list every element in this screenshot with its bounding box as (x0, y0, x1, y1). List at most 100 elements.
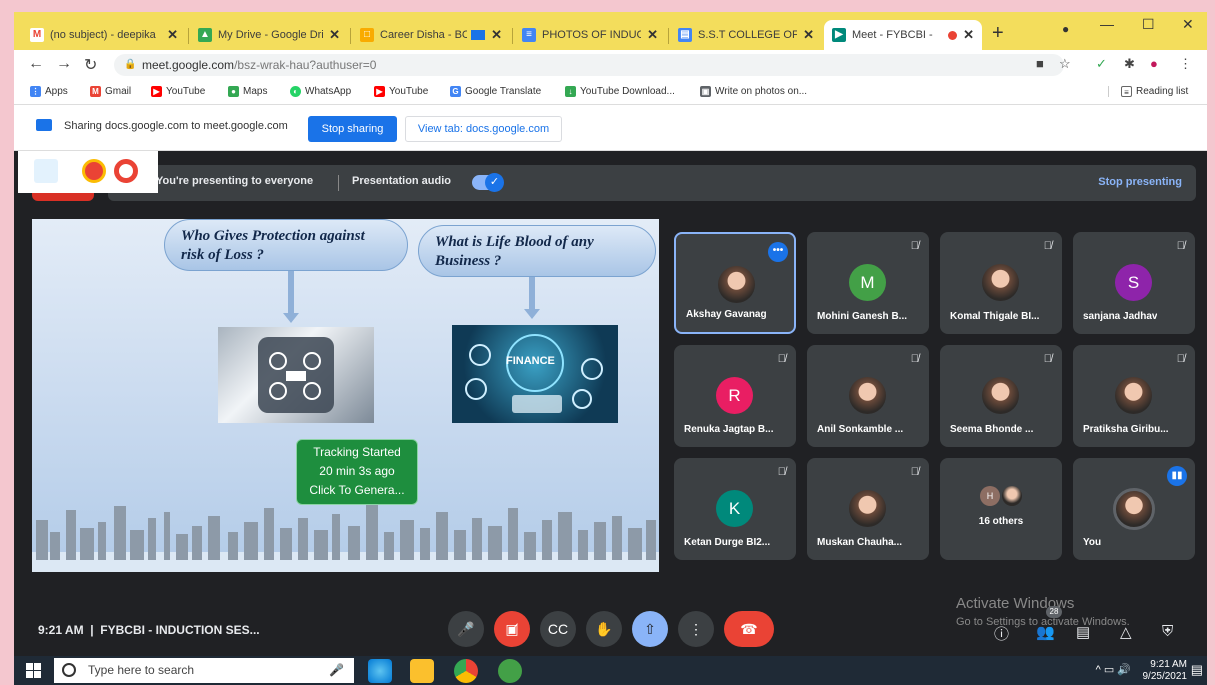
avatar (982, 377, 1019, 414)
chat-icon[interactable]: ▤ (1076, 623, 1090, 641)
meeting-details-icon[interactable]: ⓘ (994, 623, 1009, 644)
participant-tile[interactable]: 🎙̸ Pratiksha Giribu... (1073, 345, 1195, 447)
app-icon[interactable] (498, 659, 522, 683)
record-icon[interactable] (114, 159, 138, 183)
notifications-icon[interactable]: ▤ (1191, 662, 1203, 678)
browser-window: M (no subject) - deepika ✕ ▲ My Drive - … (14, 12, 1207, 685)
close-icon[interactable]: ✕ (803, 27, 814, 43)
people-icon[interactable]: 👥 (1036, 623, 1055, 641)
participant-tile[interactable]: 🎙̸ K Ketan Durge BI2... (674, 458, 796, 560)
microphone-icon[interactable]: 🎤 (329, 658, 344, 683)
mic-muted-icon: 🎙̸ (910, 240, 919, 252)
tab-career-disha[interactable]: □ Career Disha - BC ✕ (352, 20, 510, 50)
participant-tile[interactable]: 🎙̸ Muskan Chauha... (807, 458, 929, 560)
avatar: H (980, 486, 1000, 506)
mic-muted-icon: 🎙̸ (1176, 353, 1185, 365)
drive-icon: ▲ (198, 28, 212, 42)
profile-avatar[interactable]: ● (1150, 56, 1158, 71)
others-tile[interactable]: H 16 others (940, 458, 1062, 560)
screen-capture-icon[interactable] (82, 159, 106, 183)
more-options-button[interactable]: ⋮ (678, 611, 714, 647)
taskbar-search-input[interactable]: Type here to search 🎤 (54, 658, 354, 683)
bookmark-write-on-photos[interactable]: ▣ Write on photos on... (700, 86, 807, 97)
more-options-icon[interactable]: ••• (768, 242, 788, 262)
bookmark-youtube-download[interactable]: ↓ YouTube Download... (565, 86, 675, 97)
extensions-puzzle-icon[interactable]: ✱ (1124, 56, 1135, 72)
bookmark-youtube-2[interactable]: ▶ YouTube (374, 86, 428, 97)
tab-photos-induction[interactable]: ≡ PHOTOS OF INDUCTIO ✕ (514, 20, 666, 50)
classroom-avatar-icon[interactable] (34, 159, 58, 183)
participant-tile[interactable]: 🎙̸ Seema Bhonde ... (940, 345, 1062, 447)
bookmark-maps[interactable]: ● Maps (228, 86, 267, 97)
close-icon[interactable]: ✕ (167, 27, 178, 43)
minimize-button[interactable]: — (1100, 16, 1114, 32)
raise-hand-button[interactable]: ✋ (586, 611, 622, 647)
microphone-button[interactable]: 🎤 (448, 611, 484, 647)
presentation-audio-toggle[interactable]: ✓ (472, 173, 504, 192)
new-tab-button[interactable]: + (992, 22, 1004, 45)
bookmark-youtube[interactable]: ▶ YouTube (151, 86, 205, 97)
browser-menu-icon[interactable]: ⋮ (1179, 56, 1192, 72)
reload-icon[interactable]: ↻ (84, 55, 97, 75)
close-icon[interactable]: ✕ (491, 27, 502, 43)
bookmark-whatsapp[interactable]: ◐ WhatsApp (290, 86, 351, 97)
screen-share-icon (36, 119, 52, 131)
tab-meet[interactable]: ▶ Meet - FYBCBI - ✕ (824, 20, 982, 50)
host-controls-icon[interactable]: ⛨ (1162, 623, 1173, 640)
translate-icon: G (450, 86, 461, 97)
stop-presenting-button[interactable]: Stop presenting (1098, 176, 1182, 188)
bookmark-apps[interactable]: ⋮ Apps (30, 86, 68, 97)
activities-icon[interactable]: △ (1120, 623, 1132, 641)
participant-tile[interactable]: 🎙̸ R Renuka Jagtap B... (674, 345, 796, 447)
back-arrow-icon[interactable]: ← (28, 55, 44, 73)
view-tab-button[interactable]: View tab: docs.google.com (405, 116, 562, 142)
taskbar-clock[interactable]: 9:21 AM 9/25/2021 (1143, 659, 1188, 683)
present-now-button[interactable]: ⇧ (632, 611, 668, 647)
leave-call-button[interactable]: ☎ (724, 611, 774, 647)
edge-icon[interactable] (368, 659, 392, 683)
profile-circle-icon[interactable]: ● (1062, 22, 1069, 36)
avatar: S (1115, 264, 1152, 301)
participant-tile[interactable]: 🎙̸ Komal Thigale BI... (940, 232, 1062, 334)
bookmark-star-icon[interactable]: ☆ (1059, 56, 1071, 72)
check-icon: ✓ (485, 173, 504, 192)
reading-list-icon: ≡ (1121, 86, 1132, 97)
mic-muted-icon: 🎙̸ (1043, 240, 1052, 252)
close-window-button[interactable]: ✕ (1182, 16, 1194, 33)
windows-taskbar: Type here to search 🎤 ^ ▭ 🔊 9:21 AM 9/25… (14, 656, 1207, 685)
close-icon[interactable]: ✕ (963, 27, 974, 43)
forward-arrow-icon[interactable]: → (56, 55, 72, 73)
participant-tile[interactable]: 🎙̸ M Mohini Ganesh B... (807, 232, 929, 334)
close-icon[interactable]: ✕ (647, 27, 658, 43)
stop-sharing-button[interactable]: Stop sharing (308, 116, 397, 142)
participant-tile[interactable]: 🎙̸ Anil Sonkamble ... (807, 345, 929, 447)
chrome-icon[interactable] (454, 659, 478, 683)
participant-tile[interactable]: 🎙̸ S sanjana Jadhav (1073, 232, 1195, 334)
address-bar[interactable]: 🔒 meet.google.com/bsz-wrak-hau?authuser=… (114, 54, 1064, 76)
tab-gmail[interactable]: M (no subject) - deepika ✕ (22, 20, 186, 50)
youtube-icon: ▶ (151, 86, 162, 97)
tracking-started-button[interactable]: Tracking Started 20 min 3s ago Click To … (296, 439, 418, 505)
system-tray[interactable]: ^ ▭ 🔊 (1096, 663, 1131, 676)
reading-list-button[interactable]: ≡ Reading list (1108, 86, 1188, 97)
maximize-button[interactable]: ☐ (1142, 16, 1155, 33)
windows-start-icon[interactable] (26, 663, 41, 678)
whatsapp-icon: ◐ (290, 86, 301, 97)
bookmark-google-translate[interactable]: G Google Translate (450, 86, 541, 97)
participant-tile[interactable]: ••• Akshay Gavanag (674, 232, 796, 334)
self-tile[interactable]: ▮▮ You (1073, 458, 1195, 560)
media-player-icon[interactable] (410, 659, 434, 683)
extension-check-icon[interactable]: ✓ (1096, 56, 1107, 72)
download-arrow-icon: ↓ (565, 86, 576, 97)
camera-off-button[interactable]: ▣̸ (494, 611, 530, 647)
captions-button[interactable]: CC (540, 611, 576, 647)
tab-sst-college[interactable]: ▤ S.S.T COLLEGE OF AR ✕ (670, 20, 822, 50)
gmail-icon: M (90, 86, 101, 97)
docs-icon: ≡ (522, 28, 536, 42)
camera-in-use-icon[interactable]: ■ (1036, 56, 1044, 71)
tab-drive[interactable]: ▲ My Drive - Google Dri ✕ (190, 20, 348, 50)
bookmark-gmail[interactable]: M Gmail (90, 86, 131, 97)
avatar: K (716, 490, 753, 527)
close-icon[interactable]: ✕ (329, 27, 340, 43)
down-arrow-icon (524, 309, 540, 319)
